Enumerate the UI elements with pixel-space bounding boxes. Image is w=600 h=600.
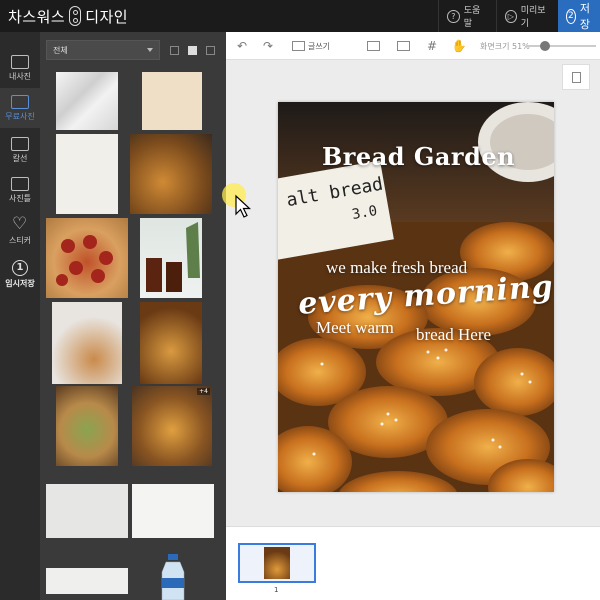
app-title-suffix: 디자인: [85, 7, 129, 26]
app-title: 차스워스: [8, 7, 66, 26]
nav-cut-line[interactable]: 칼선: [0, 130, 40, 170]
nav-label: 임시저장: [5, 278, 35, 288]
layout-button[interactable]: [362, 32, 384, 60]
nav-label: 칼선: [12, 153, 28, 163]
photo-thumb-texture-white[interactable]: [132, 484, 214, 538]
zoom-label: 화면크기 51%: [480, 42, 530, 51]
photo-thumb-paper-strip[interactable]: [46, 568, 128, 594]
list-view-button[interactable]: [166, 40, 182, 60]
left-nav: 내사진 무료사진 칼선 사진틀 스티커 1 임시저장: [0, 32, 40, 600]
zoom-slider[interactable]: [526, 41, 596, 51]
image-icon: [396, 41, 410, 51]
photo-thumb-iced-drinks[interactable]: [140, 218, 202, 298]
chevron-down-icon: [147, 48, 153, 52]
more-count-badge: +4: [197, 388, 210, 395]
design-subtitle-text[interactable]: we make fresh bread: [326, 258, 467, 278]
document-icon: [571, 71, 581, 83]
top-bar: 차스워스 디자인 ? 도움말 ▷ 미리보기 2 저장: [0, 0, 600, 32]
image-button[interactable]: [392, 32, 414, 60]
bottle-graphic: [161, 554, 185, 600]
hand-tool-button[interactable]: ✋: [448, 32, 470, 60]
save-label: 저장: [579, 2, 590, 31]
frame-icon: [11, 176, 29, 191]
photo-thumb-fabric[interactable]: [56, 72, 118, 130]
photo-thumb-bottle[interactable]: [156, 552, 190, 600]
write-text-button[interactable]: 글쓰기: [288, 32, 334, 60]
nav-label: 스티커: [8, 235, 32, 245]
view-toggle: [166, 40, 218, 60]
nav-temp-save[interactable]: 1 임시저장: [0, 254, 40, 294]
camera-icon: [11, 54, 29, 69]
nav-stickers[interactable]: 스티커: [0, 212, 40, 252]
photo-thumb-brunch[interactable]: [56, 386, 118, 466]
page-number: 1: [274, 586, 279, 594]
nav-label: 사진틀: [8, 193, 32, 203]
text-box-icon: [291, 41, 305, 51]
sign-price: 3.0: [350, 202, 379, 224]
pepperoni-graphic: [56, 235, 113, 286]
glasses-graphic: [146, 222, 200, 292]
page-thumbnail-preview: [264, 547, 290, 579]
free-photo-icon: [11, 94, 29, 109]
app-brand[interactable]: 차스워스 디자인: [8, 4, 128, 28]
temp-save-icon: 1: [12, 259, 28, 276]
nav-free-photos[interactable]: 무료사진: [0, 88, 40, 128]
photo-thumb-bakery[interactable]: [130, 134, 212, 214]
photo-thumb-paper-white[interactable]: [56, 134, 118, 214]
category-select[interactable]: 전체: [46, 40, 160, 60]
design-meet-text[interactable]: Meet warm: [316, 318, 394, 338]
photo-thumb-texture-gray[interactable]: [46, 484, 128, 538]
play-icon: ▷: [505, 9, 517, 23]
layout-icon: [366, 41, 380, 51]
category-select-value: 전체: [53, 46, 68, 55]
undo-button[interactable]: ↶: [230, 32, 254, 60]
photo-panel: 전체 +4: [40, 32, 226, 600]
page-strip: 1: [226, 526, 600, 600]
redo-button[interactable]: ↷: [256, 32, 280, 60]
mouse-cursor-icon: [235, 194, 252, 218]
undo-icon: ↶: [236, 39, 248, 53]
preview-button[interactable]: ▷ 미리보기: [496, 0, 558, 32]
zoom-slider-knob[interactable]: [540, 41, 550, 51]
editor-toolbar: ↶ ↷ 글쓰기 # ✋ 화면크기 51%: [226, 32, 600, 60]
help-label: 도움말: [463, 6, 481, 29]
nav-label: 내사진: [8, 71, 32, 81]
design-here-text[interactable]: bread Here: [416, 325, 491, 345]
page-thumbnail[interactable]: [238, 543, 316, 583]
help-icon: ?: [447, 9, 460, 23]
hand-icon: ✋: [451, 39, 467, 53]
canvas-workspace: ↶ ↷ 글쓰기 # ✋ 화면크기 51% alt bread 3.0 Bread…: [226, 32, 600, 600]
page-settings-button[interactable]: [562, 64, 590, 90]
editor-app: 차스워스 디자인 ? 도움말 ▷ 미리보기 2 저장 내사진 무료사진 칼선 사…: [0, 0, 600, 600]
large-view-button[interactable]: [202, 40, 218, 60]
photo-thumb-pizza[interactable]: [46, 218, 128, 298]
photo-thumb-salt-bread[interactable]: [140, 302, 202, 384]
help-button[interactable]: ? 도움말: [438, 0, 496, 32]
photo-thumb-paper-beige[interactable]: [142, 72, 202, 130]
step-number-icon: 2: [566, 8, 576, 24]
heart-icon: [12, 214, 28, 234]
logo-icon: [69, 6, 82, 26]
grid-icon: #: [426, 39, 438, 53]
save-button[interactable]: 2 저장: [558, 0, 600, 32]
grid-view-button[interactable]: [184, 40, 200, 60]
write-text-label: 글쓰기: [307, 41, 331, 51]
redo-icon: ↷: [262, 39, 274, 53]
scissors-icon: [11, 136, 29, 151]
nav-frames[interactable]: 사진틀: [0, 170, 40, 210]
nav-label: 무료사진: [5, 111, 35, 121]
grid-button[interactable]: #: [422, 32, 442, 60]
design-page[interactable]: alt bread 3.0 Bread Garden we make fresh…: [278, 102, 554, 492]
preview-label: 미리보기: [520, 6, 546, 29]
nav-my-photos[interactable]: 내사진: [0, 48, 40, 88]
design-title-text[interactable]: Bread Garden: [322, 142, 515, 171]
photo-thumb-sandwich[interactable]: +4: [132, 386, 212, 466]
photo-thumb-muffin[interactable]: [52, 302, 122, 384]
